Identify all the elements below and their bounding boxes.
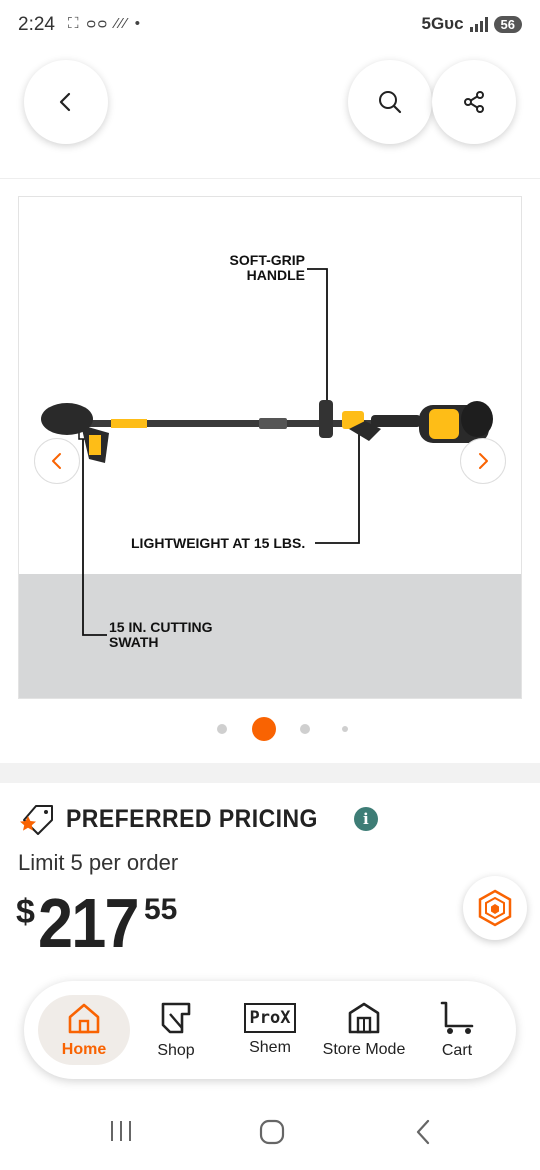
limit-text: Limit 5 per order [18,850,179,875]
nav-label-store-mode: Store Mode [322,1041,406,1058]
notification-icons: ⛶ ᴑᴑ ⁄⁄⁄ • [68,15,143,32]
nav-item-shem[interactable]: ProX Shem [228,981,312,1079]
price-currency: $ [16,893,35,931]
network-indicator: 5Gᴜᴄ [421,14,464,33]
carousel-dot-active[interactable] [252,717,276,741]
price-tag-star-icon [20,805,53,835]
store-icon [348,1002,380,1034]
recents-icon [111,1121,131,1141]
chevron-left-icon [416,1119,430,1145]
preferred-pricing-row: PREFERRED PRICING i [18,802,378,836]
carousel-dots [0,717,540,741]
callout-soft-grip: SOFT-GRIP HANDLE [229,252,305,283]
header-divider [0,178,540,179]
price-dollars: 217 [38,884,140,962]
nav-item-store-mode[interactable]: Store Mode [312,981,416,1079]
assistant-button[interactable] [463,876,527,940]
shop-tag-icon [161,1002,191,1034]
info-icon[interactable]: i [353,807,378,831]
nav-item-shop[interactable]: Shop [140,981,212,1079]
battery-indicator: 56 [493,15,522,33]
carousel-next-button[interactable] [460,438,506,484]
section-divider [0,763,540,783]
price-cents: 55 [144,893,178,926]
search-icon [379,91,402,114]
chevron-right-icon [479,453,488,469]
search-button[interactable] [348,60,432,144]
product-image[interactable]: SOFT-GRIP HANDLE LIGHTWEIGHT AT 15 LBS. … [18,196,522,699]
carousel-dot[interactable] [342,726,348,732]
chevron-left-icon [59,92,71,112]
nav-item-home[interactable]: Home [38,981,130,1079]
bottom-nav: Home Shop ProX Shem Store Mode Cart [24,981,516,1079]
system-nav-bar [0,1100,540,1170]
recents-button[interactable] [108,1118,136,1144]
back-button[interactable] [24,60,108,144]
status-bar: 2:24 ⛶ ᴑᴑ ⁄⁄⁄ • 5Gᴜᴄ 56 [0,0,540,52]
carousel-prev-button[interactable] [34,438,80,484]
nav-label-home: Home [61,1041,107,1058]
hexagon-logo-icon [478,889,512,927]
carousel-dot[interactable] [217,724,227,734]
cart-icon [440,1001,474,1034]
status-right: 5Gᴜᴄ 56 [421,14,522,34]
share-icon [464,91,484,113]
nav-label-cart: Cart [441,1042,473,1059]
chevron-left-icon [52,453,61,469]
signal-icon [469,16,488,32]
callout-lightweight: LIGHTWEIGHT AT 15 LBS. [131,535,306,551]
nav-label-shop: Shop [157,1042,195,1059]
callout-cutting-swath: 15 IN. CUTTING SWATH [109,619,213,650]
nav-label-shem: Shem [249,1039,291,1056]
system-back-button[interactable] [412,1118,434,1146]
share-button[interactable] [432,60,516,144]
home-circle-icon [259,1119,285,1145]
preferred-pricing-label: PREFERRED PRICING [66,804,318,833]
home-system-button[interactable] [258,1118,286,1146]
home-icon [68,1003,100,1034]
nav-item-cart[interactable]: Cart [422,981,492,1079]
status-time: 2:24 [18,14,55,35]
prox-icon: ProX [243,1003,297,1033]
carousel-dot[interactable] [300,724,310,734]
